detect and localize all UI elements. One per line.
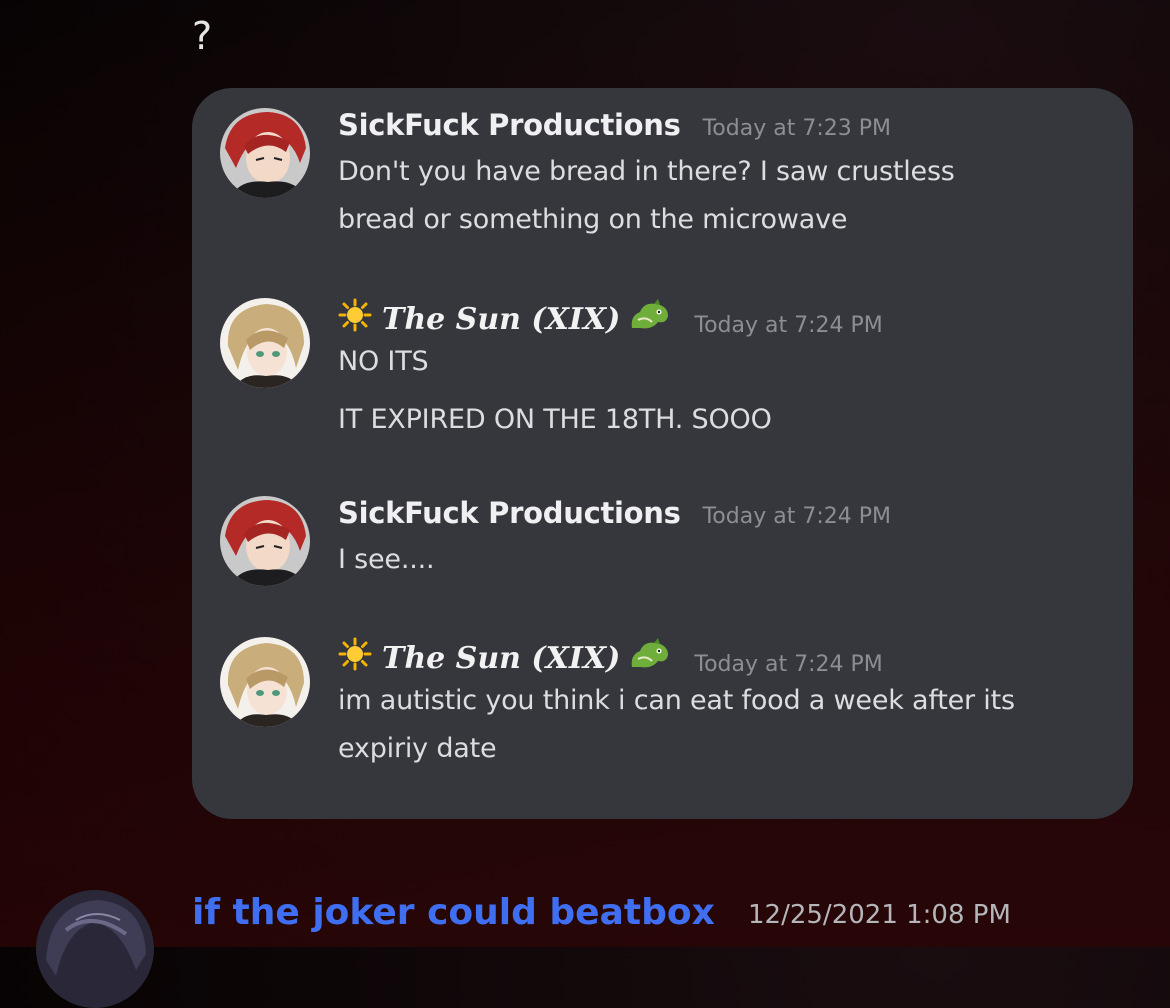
message-content: I see.... xyxy=(338,536,1128,584)
message-line: I see.... xyxy=(338,544,435,575)
blonde-anime-avatar-icon xyxy=(220,298,310,388)
avatar-red-hair[interactable] xyxy=(220,496,310,586)
avatar-blonde-anime[interactable] xyxy=(220,298,310,388)
author-name[interactable]: The Sun (XIX) xyxy=(338,637,672,679)
author-name-text: The Sun (XIX) xyxy=(382,640,621,676)
author-name[interactable]: SickFuck Productions xyxy=(338,496,681,530)
message-timestamp: Today at 7:24 PM xyxy=(702,504,891,529)
red-hair-avatar-icon xyxy=(220,496,310,586)
dragon-emoji-icon xyxy=(628,298,672,340)
quoted-messages-card: SickFuck Productions Today at 7:23 PM Do… xyxy=(192,88,1133,819)
message-line: Don't you have bread in there? I saw cru… xyxy=(338,156,955,187)
author-name-text: The Sun (XIX) xyxy=(382,301,621,337)
message-line: NO ITS xyxy=(338,346,429,377)
dragon-emoji-icon xyxy=(628,637,672,679)
message-line: bread or something on the microwave xyxy=(338,204,848,235)
avatar-blonde-anime[interactable] xyxy=(220,637,310,727)
dark-hair-avatar-icon xyxy=(36,890,154,1008)
author-name[interactable]: if the joker could beatbox xyxy=(192,892,715,933)
red-hair-avatar-icon xyxy=(220,108,310,198)
sun-emoji-icon xyxy=(338,298,372,340)
avatar-dark[interactable] xyxy=(36,890,154,1008)
message-line: IT EXPIRED ON THE 18TH. SOOO xyxy=(338,404,772,435)
next-message-header: if the joker could beatbox 12/25/2021 1:… xyxy=(0,880,1170,1008)
avatar-red-hair[interactable] xyxy=(220,108,310,198)
message-timestamp: 12/25/2021 1:08 PM xyxy=(748,900,1011,930)
author-name[interactable]: The Sun (XIX) xyxy=(338,298,672,340)
message-timestamp: Today at 7:24 PM xyxy=(694,313,883,338)
message-timestamp: Today at 7:24 PM xyxy=(694,652,883,677)
prior-message-text: ? xyxy=(192,14,213,58)
blonde-anime-avatar-icon xyxy=(220,637,310,727)
message-content: NO ITS IT EXPIRED ON THE 18TH. SOOO xyxy=(338,338,1128,444)
sun-emoji-icon xyxy=(338,637,372,679)
author-name[interactable]: SickFuck Productions xyxy=(338,108,681,142)
message-line: im autistic you think i can eat food a w… xyxy=(338,685,1015,716)
message-content: im autistic you think i can eat food a w… xyxy=(338,677,1128,773)
message-timestamp: Today at 7:23 PM xyxy=(702,116,891,141)
message-line: expiriy date xyxy=(338,733,497,764)
message-content: Don't you have bread in there? I saw cru… xyxy=(338,148,1128,244)
